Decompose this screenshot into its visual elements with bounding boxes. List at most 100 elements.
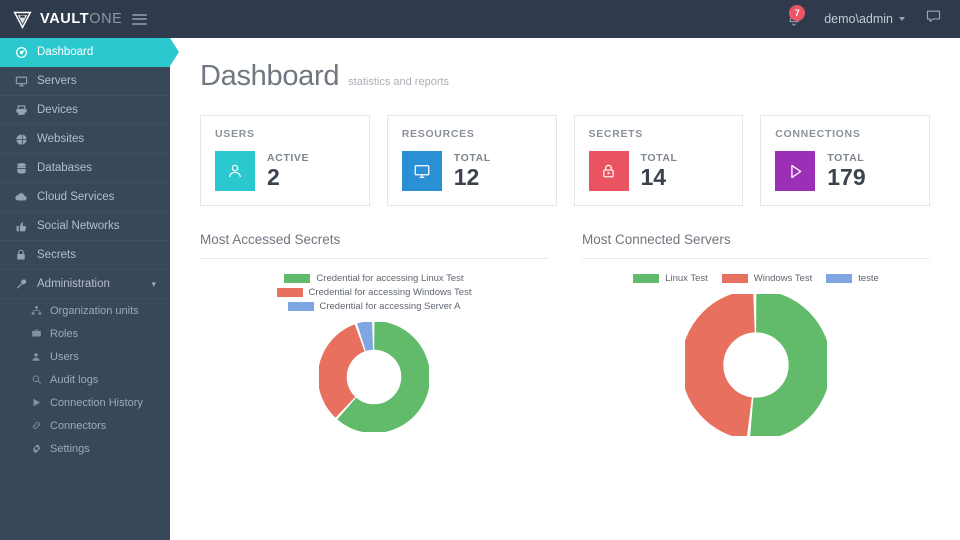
donut-slice[interactable] bbox=[685, 294, 827, 436]
sidebar-item-devices[interactable]: Devices bbox=[0, 96, 170, 125]
sidebar-subitem-connection-history[interactable]: Connection History bbox=[0, 391, 170, 414]
sidebar-item-label: Cloud Services bbox=[37, 191, 115, 203]
stat-card-label: ACTIVE bbox=[267, 152, 310, 165]
link-icon bbox=[30, 420, 42, 431]
stat-card-value: 12 bbox=[453, 164, 480, 191]
stat-card-title: SECRETS bbox=[588, 128, 643, 140]
sidebar-item-social-networks[interactable]: Social Networks bbox=[0, 212, 170, 241]
sidebar-item-cloud-services[interactable]: Cloud Services bbox=[0, 183, 170, 212]
sidebar-item-servers[interactable]: Servers bbox=[0, 67, 170, 96]
sidebar-subitem-label: Connection History bbox=[50, 396, 143, 409]
sidebar-item-label: Websites bbox=[37, 133, 85, 145]
donut-slice[interactable] bbox=[319, 322, 429, 432]
charts-row: Most Accessed Secrets Credential for acc… bbox=[200, 232, 930, 436]
chart-legend: Linux Test Windows Test teste bbox=[582, 273, 930, 284]
sidebar-subitem-settings[interactable]: Settings bbox=[0, 437, 170, 460]
legend-swatch bbox=[284, 274, 311, 283]
brand-name-bold: VAULT bbox=[40, 11, 90, 27]
stat-card-title: USERS bbox=[215, 128, 255, 140]
chart-title: Most Connected Servers bbox=[582, 232, 731, 247]
dashboard-gauge-icon bbox=[14, 46, 28, 59]
monitor-icon bbox=[14, 75, 28, 88]
stat-card-label: TOTAL bbox=[640, 152, 678, 165]
donut-chart-container bbox=[582, 294, 930, 436]
chat-bubble-icon[interactable] bbox=[925, 8, 942, 30]
legend-swatch bbox=[276, 288, 303, 297]
stat-card-value: 179 bbox=[827, 164, 866, 191]
sidebar-subitem-connectors[interactable]: Connectors bbox=[0, 414, 170, 437]
sidebar-item-secrets[interactable]: Secrets bbox=[0, 241, 170, 270]
sidebar-item-label: Secrets bbox=[37, 249, 76, 261]
top-bar: VAULTONE 7 demo\admin bbox=[0, 0, 960, 38]
page-subtitle: statistics and reports bbox=[348, 76, 450, 88]
sitemap-icon bbox=[30, 305, 42, 316]
legend-item[interactable]: Credential for accessing Linux Test bbox=[284, 273, 464, 284]
user-icon bbox=[30, 352, 42, 362]
play-icon bbox=[30, 397, 42, 408]
legend-swatch bbox=[287, 302, 314, 311]
legend-item[interactable]: Windows Test bbox=[721, 273, 813, 284]
sidebar: Dashboard Servers Devices Websites Datab… bbox=[0, 38, 179, 540]
user-menu[interactable]: demo\admin bbox=[824, 12, 905, 26]
sidebar-subitem-label: Organization units bbox=[50, 304, 139, 317]
sidebar-item-label: Devices bbox=[37, 104, 78, 116]
sidebar-subitem-audit-logs[interactable]: Audit logs bbox=[0, 368, 170, 391]
stat-card-value: 2 bbox=[267, 164, 280, 191]
sidebar-subitem-label: Audit logs bbox=[50, 373, 99, 386]
stat-card-value: 14 bbox=[640, 164, 667, 191]
stat-card-users[interactable]: USERS ACTIVE 2 bbox=[200, 115, 370, 206]
sidebar-item-label: Social Networks bbox=[37, 220, 120, 232]
stat-cards: USERS ACTIVE 2 RESOURCES TOTAL 12 SECRET… bbox=[200, 115, 930, 206]
sidebar-subitem-label: Connectors bbox=[50, 419, 107, 432]
stat-card-label: TOTAL bbox=[453, 152, 491, 165]
chart-most-accessed-secrets: Most Accessed Secrets Credential for acc… bbox=[200, 232, 548, 436]
legend-item[interactable]: teste bbox=[826, 273, 879, 284]
monitor-icon bbox=[401, 151, 442, 191]
printer-icon bbox=[14, 104, 28, 117]
sidebar-item-label: Administration bbox=[37, 278, 110, 290]
page-header: Dashboard statistics and reports bbox=[200, 60, 930, 93]
notifications-button[interactable]: 7 bbox=[784, 5, 806, 30]
sidebar-item-websites[interactable]: Websites bbox=[0, 125, 170, 154]
hamburger-icon[interactable] bbox=[132, 13, 148, 25]
stat-card-title: RESOURCES bbox=[401, 128, 475, 140]
sidebar-item-databases[interactable]: Databases bbox=[0, 154, 170, 183]
chart-most-connected-servers: Most Connected Servers Linux Test Window… bbox=[582, 232, 930, 436]
app-body: Dashboard Servers Devices Websites Datab… bbox=[0, 38, 960, 540]
legend-label: Credential for accessing Linux Test bbox=[316, 273, 464, 284]
sidebar-item-administration[interactable]: Administration ▾ bbox=[0, 270, 170, 299]
sidebar-subitem-organization-units[interactable]: Organization units bbox=[0, 299, 170, 322]
play-icon bbox=[775, 151, 816, 191]
legend-swatch bbox=[721, 274, 748, 283]
sidebar-item-label: Databases bbox=[37, 162, 92, 174]
divider bbox=[582, 258, 930, 259]
legend-label: Windows Test bbox=[753, 273, 813, 284]
donut-chart[interactable] bbox=[685, 294, 827, 436]
briefcase-icon bbox=[30, 328, 42, 339]
legend-item[interactable]: Credential for accessing Server A bbox=[287, 301, 460, 312]
sidebar-subitem-label: Roles bbox=[50, 327, 79, 340]
brand-text: VAULTONE bbox=[40, 11, 122, 27]
stat-card-resources[interactable]: RESOURCES TOTAL 12 bbox=[386, 115, 557, 206]
donut-chart-container bbox=[200, 322, 548, 432]
wrench-icon bbox=[14, 278, 28, 291]
stat-card-label: TOTAL bbox=[827, 152, 865, 165]
sidebar-item-dashboard[interactable]: Dashboard bbox=[0, 38, 179, 67]
user-name: demo\admin bbox=[824, 12, 893, 26]
legend-item[interactable]: Credential for accessing Windows Test bbox=[276, 287, 471, 298]
legend-item[interactable]: Linux Test bbox=[633, 273, 708, 284]
stat-card-connections[interactable]: CONNECTIONS TOTAL 179 bbox=[760, 115, 930, 206]
sidebar-subitem-users[interactable]: Users bbox=[0, 345, 170, 368]
gear-icon bbox=[30, 443, 42, 454]
search-icon bbox=[30, 374, 42, 385]
sidebar-subitem-roles[interactable]: Roles bbox=[0, 322, 170, 345]
sidebar-subitem-label: Settings bbox=[50, 442, 90, 455]
stat-card-secrets[interactable]: SECRETS TOTAL 14 bbox=[573, 115, 744, 206]
chevron-down-icon bbox=[899, 17, 905, 21]
brand-name-light: ONE bbox=[89, 11, 123, 27]
brand-logo[interactable]: VAULTONE bbox=[0, 9, 170, 30]
chevron-down-icon: ▾ bbox=[151, 278, 156, 289]
database-icon bbox=[14, 162, 28, 175]
donut-chart[interactable] bbox=[319, 322, 429, 432]
lock-icon bbox=[588, 151, 629, 191]
